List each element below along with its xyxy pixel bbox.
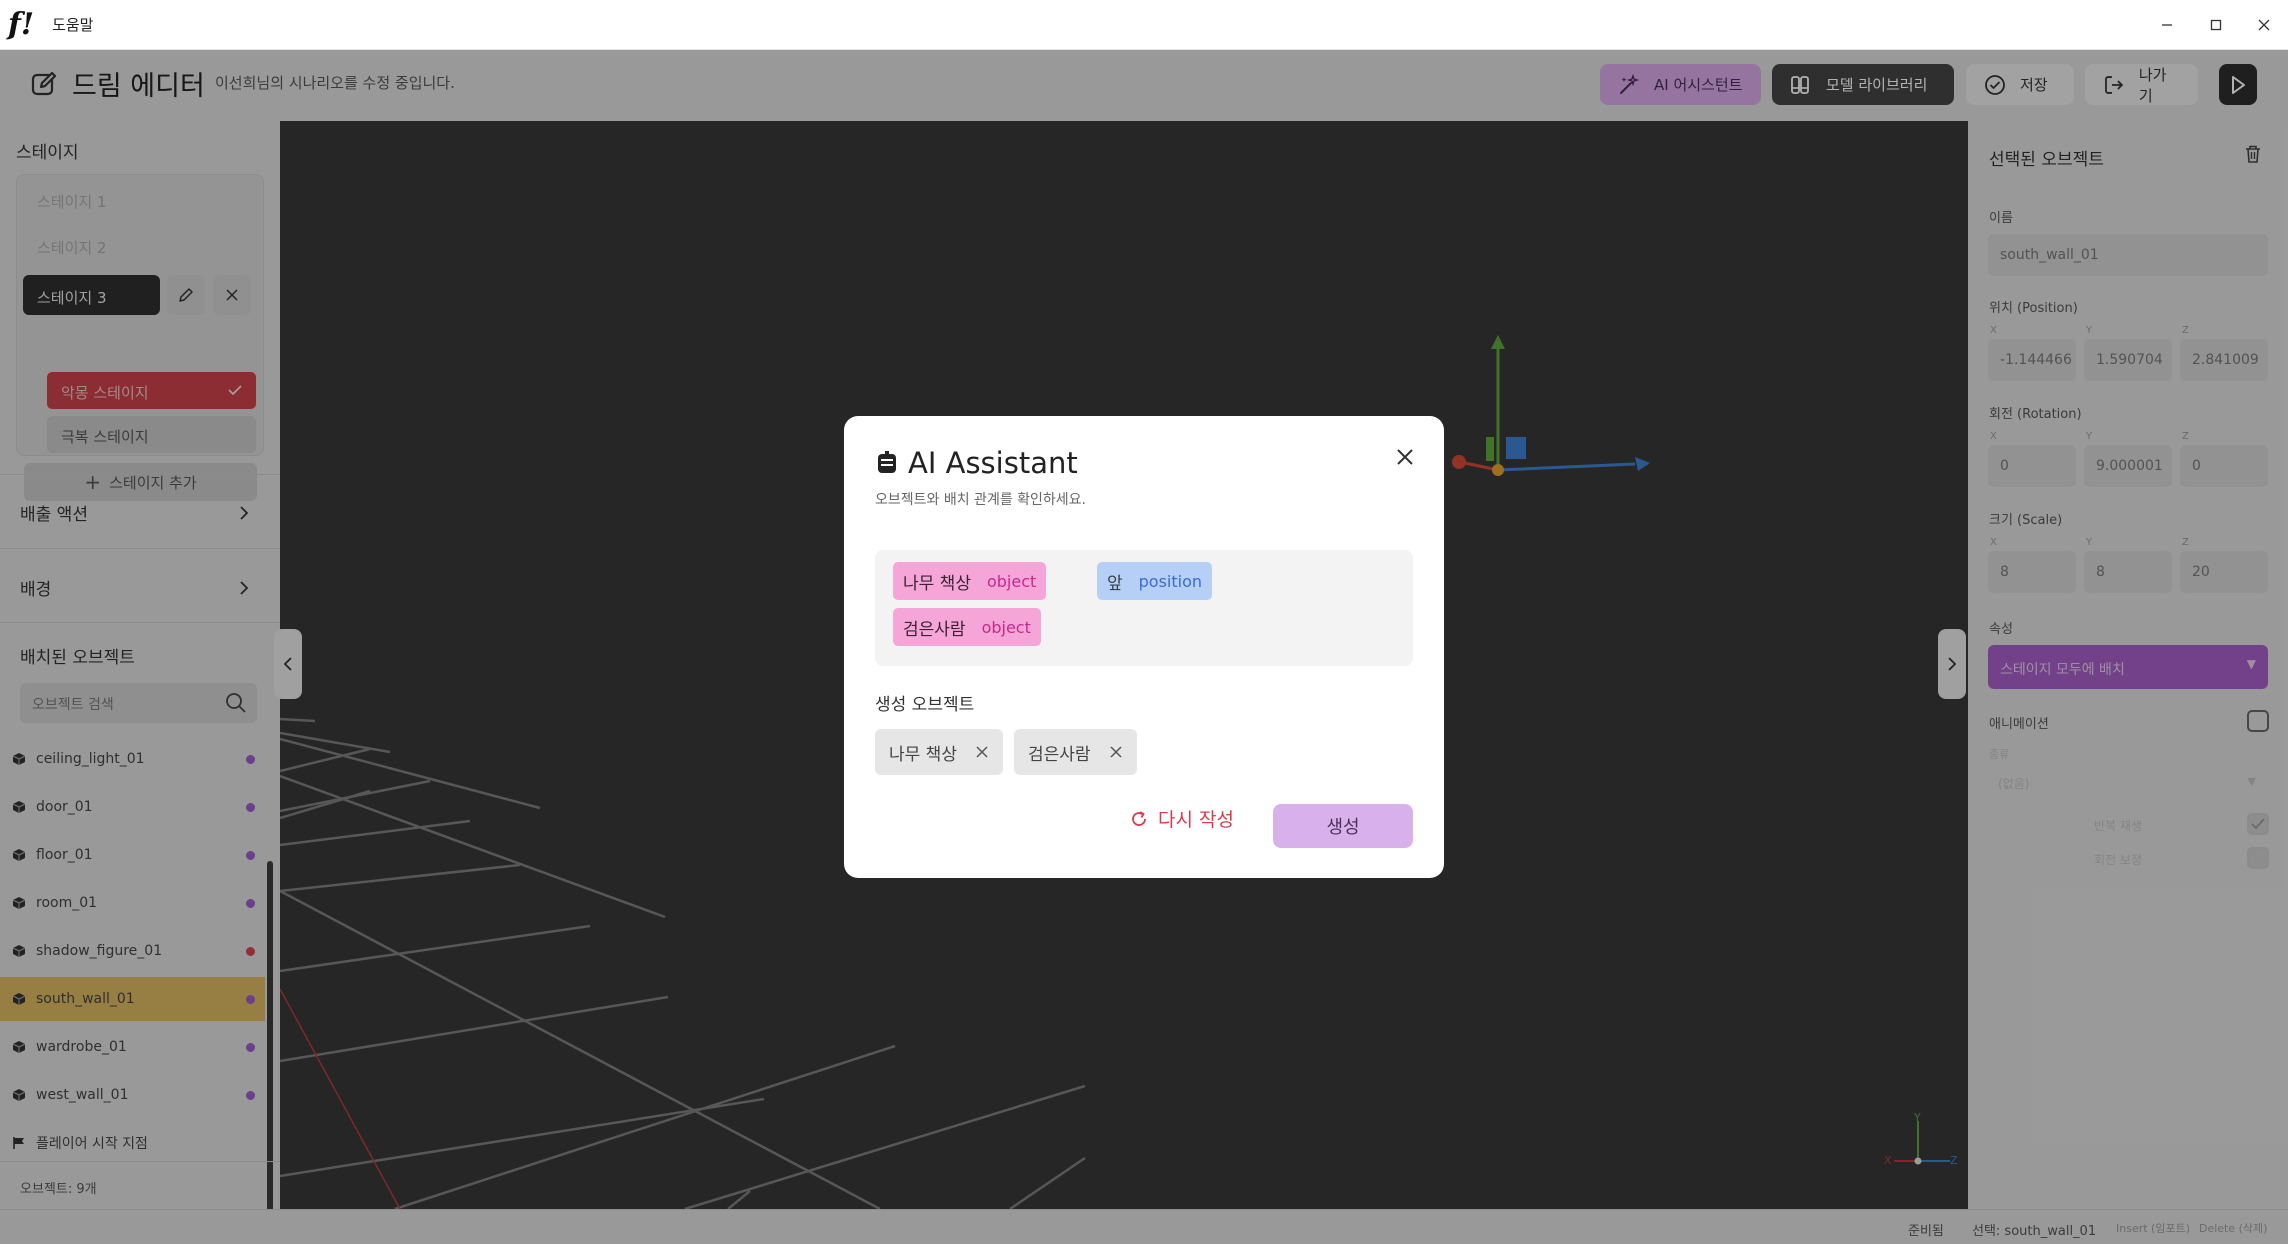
- tag-position: 앞 position: [1097, 562, 1213, 600]
- tag-text: 앞: [1107, 573, 1123, 594]
- retry-label: 다시 작성: [1158, 809, 1234, 831]
- dialog-subtitle: 오브젝트와 배치 관계를 확인하세요.: [875, 492, 1086, 508]
- tag-object: 나무 책상 object: [893, 562, 1047, 600]
- remove-chip-button[interactable]: [975, 745, 989, 759]
- maximize-button[interactable]: [2192, 0, 2240, 50]
- close-icon: [1110, 746, 1122, 758]
- help-menu[interactable]: 도움말: [52, 14, 93, 35]
- dialog-title: AI Assistant: [876, 446, 1078, 480]
- generate-button[interactable]: 생성: [1273, 804, 1413, 848]
- robot-icon: [878, 451, 896, 473]
- generated-objects-label: 생성 오브젝트: [875, 695, 975, 715]
- minimize-button[interactable]: [2143, 0, 2191, 50]
- remove-chip-button[interactable]: [1109, 745, 1123, 759]
- retry-button[interactable]: 다시 작성: [1130, 805, 1234, 832]
- tag-kind: object: [981, 617, 1031, 637]
- tag-text: 검은사람: [903, 619, 966, 640]
- close-icon: [2258, 19, 2270, 31]
- dialog-title-text: AI Assistant: [908, 446, 1078, 480]
- maximize-icon: [2210, 19, 2222, 31]
- tag-kind: object: [986, 571, 1037, 591]
- tag-object: 검은사람 object: [893, 608, 1041, 646]
- ai-assistant-dialog: AI Assistant 오브젝트와 배치 관계를 확인하세요. 나무 책상 o…: [844, 416, 1444, 878]
- app-logo: f!: [8, 7, 35, 42]
- chip-label: 나무 책상: [889, 744, 957, 765]
- tag-kind: position: [1138, 571, 1203, 591]
- close-icon[interactable]: [1394, 446, 1416, 468]
- window-titlebar: f! 도움말: [0, 0, 2288, 50]
- tag-text: 나무 책상: [903, 573, 971, 594]
- generated-chip: 나무 책상: [875, 729, 1003, 775]
- parsed-tags-panel: 나무 책상 object 앞 position 검은사람 object: [875, 550, 1413, 666]
- minimize-icon: [2162, 24, 2172, 26]
- close-icon: [976, 746, 988, 758]
- close-window-button[interactable]: [2240, 0, 2288, 50]
- refresh-icon: [1132, 810, 1146, 826]
- chip-label: 검은사람: [1028, 744, 1091, 765]
- generated-chip: 검은사람: [1014, 729, 1137, 775]
